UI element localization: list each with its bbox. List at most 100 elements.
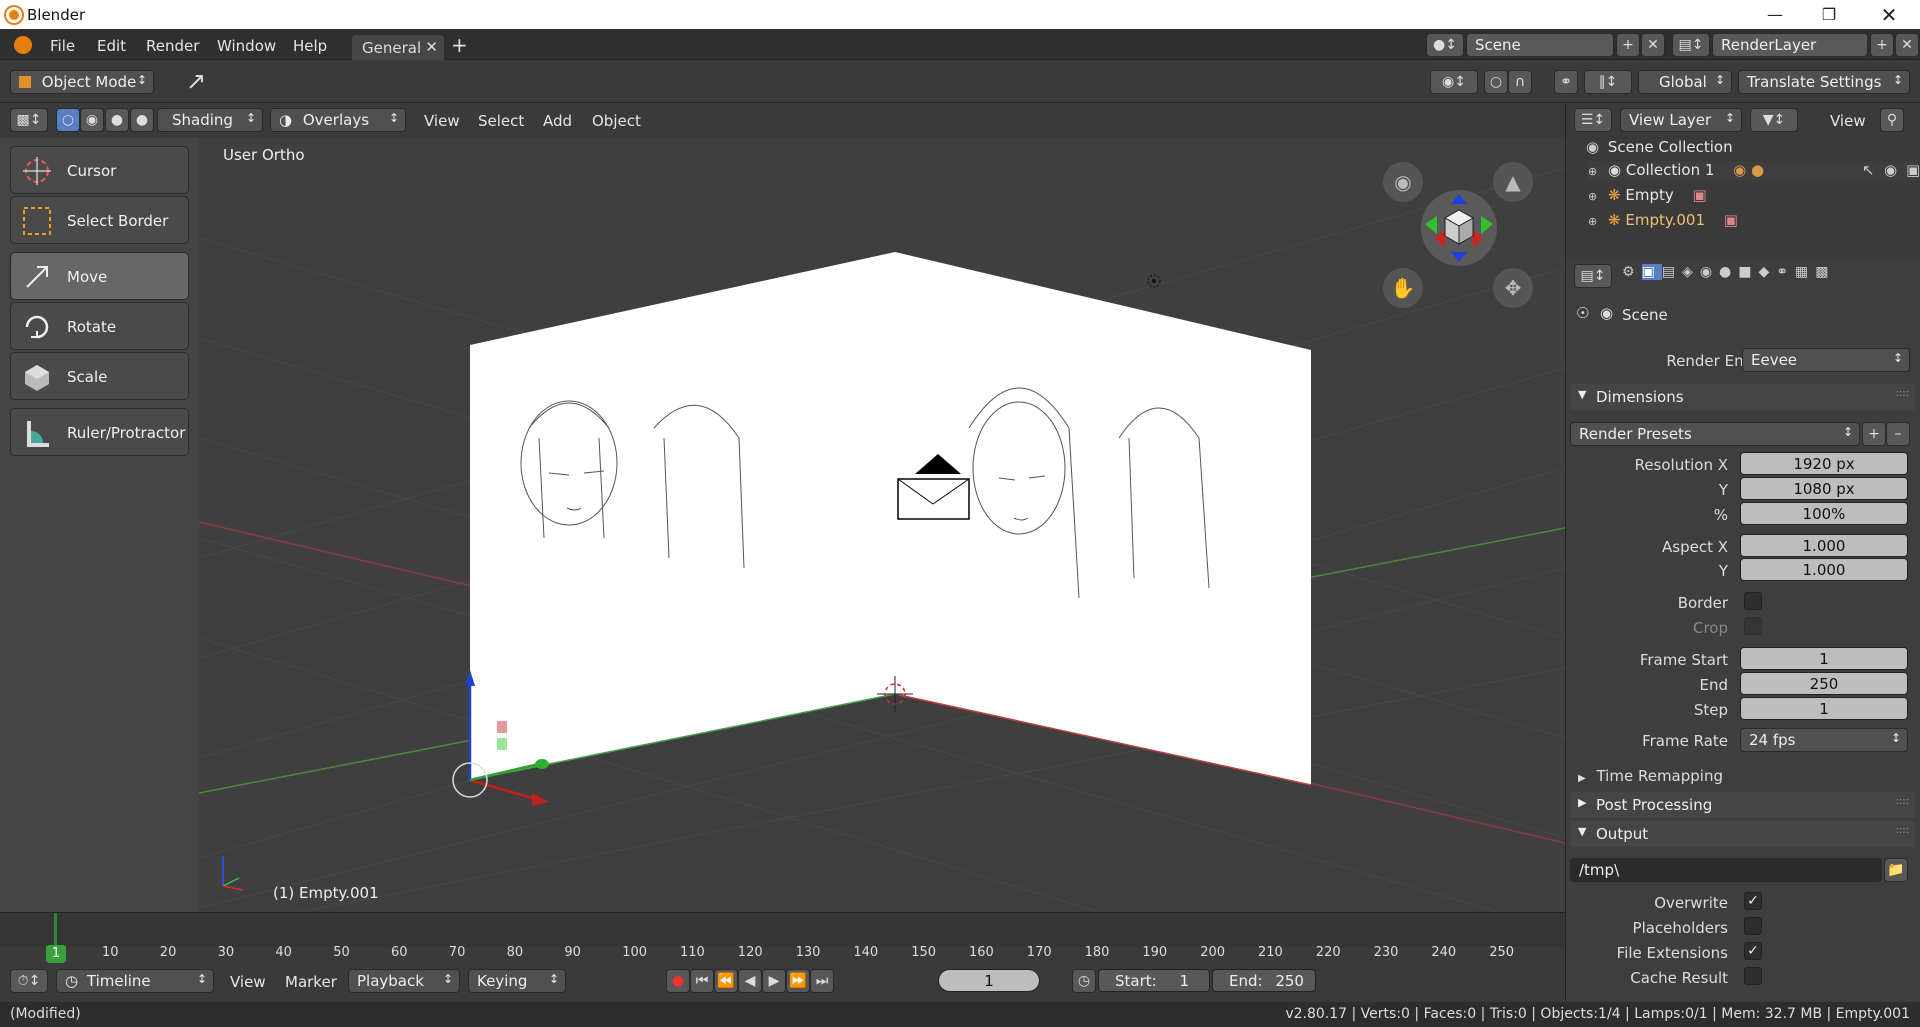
overwrite-checkbox[interactable]: ✓ bbox=[1744, 892, 1762, 910]
translate-settings-dropdown[interactable]: Translate Settings ↕ bbox=[1738, 70, 1910, 94]
renderlayer-add-icon[interactable]: + bbox=[1870, 33, 1894, 57]
drag-handle-icon[interactable]: :::: bbox=[1896, 796, 1909, 807]
section-post-processing[interactable]: ▶ Post Processing :::: bbox=[1570, 792, 1915, 818]
menu-edit[interactable]: Edit bbox=[97, 37, 126, 55]
editor-type-icon[interactable]: ▩↕ bbox=[10, 108, 48, 132]
viewport-menu-add[interactable]: Add bbox=[543, 112, 572, 130]
minimize-button[interactable]: — bbox=[1752, 2, 1798, 28]
timeline-ruler[interactable]: 1 10 20 30 40 50 60 70 80 90 100 110 120 130 140 150 16… bbox=[0, 913, 1565, 963]
outliner-view-menu[interactable]: View bbox=[1830, 112, 1866, 130]
frame-rate-dropdown[interactable]: 24 fps ↕ bbox=[1740, 728, 1908, 752]
select-toggle-icon[interactable]: ↖ bbox=[1862, 161, 1875, 179]
viewport-menu-select[interactable]: Select bbox=[478, 112, 524, 130]
visibility-eye-icon[interactable]: ◉ bbox=[1884, 161, 1897, 179]
link-icon[interactable]: ⚭ bbox=[1554, 70, 1578, 94]
jump-end-icon[interactable]: ⏭ bbox=[810, 969, 834, 993]
cache-result-checkbox[interactable] bbox=[1744, 967, 1762, 985]
data-tab-icon[interactable]: ▦ bbox=[1795, 264, 1815, 280]
resolution-pct-field[interactable]: 100% bbox=[1740, 502, 1908, 525]
section-output[interactable]: ▼ Output :::: bbox=[1570, 821, 1915, 847]
placeholders-checkbox[interactable] bbox=[1744, 917, 1762, 935]
timeline-menu-marker[interactable]: Marker bbox=[285, 973, 337, 991]
render-toggle-icon[interactable]: ▣ bbox=[1906, 161, 1920, 179]
pin-icon[interactable]: ☉ bbox=[1576, 304, 1589, 322]
play-icon[interactable]: ▶ bbox=[762, 969, 786, 993]
outliner-item-empty[interactable]: ⊕ ❋ Empty ▣ bbox=[1588, 186, 1918, 206]
add-workspace-icon[interactable]: + bbox=[451, 33, 468, 57]
start-frame-field[interactable]: Start: 1 bbox=[1098, 969, 1210, 992]
timeline-menu-view[interactable]: View bbox=[230, 973, 266, 991]
solid-shading-icon[interactable]: ○ bbox=[56, 108, 80, 132]
wireframe-shading-icon[interactable]: ◉ bbox=[80, 108, 104, 132]
tool-ruler[interactable]: Ruler/Protractor bbox=[10, 408, 189, 456]
renderlayer-browse-icon[interactable]: ▤↕ bbox=[1672, 33, 1710, 57]
properties-tabs[interactable]: ⚙▣▤◈◉●■◆⚭▦▩ bbox=[1622, 264, 1912, 288]
outliner-item-empty-001[interactable]: ⊕ ❋ Empty.001 ▣ bbox=[1588, 211, 1918, 231]
zoom-view-icon[interactable]: ✥ bbox=[1493, 268, 1533, 308]
proportional-icon[interactable]: ∩ bbox=[1508, 70, 1532, 94]
modifier-tab-icon[interactable]: ◆ bbox=[1758, 264, 1776, 280]
current-frame-field[interactable]: 1 bbox=[938, 969, 1040, 992]
remove-preset-icon[interactable]: – bbox=[1886, 422, 1910, 446]
pan-view-icon[interactable]: ✋ bbox=[1383, 268, 1423, 308]
properties-editor-type-icon[interactable]: ▤↕ bbox=[1574, 264, 1612, 288]
expand-icon[interactable]: ⊕ bbox=[1588, 165, 1597, 178]
tool-scale[interactable]: Scale bbox=[10, 352, 189, 400]
browse-folder-icon[interactable]: 📁 bbox=[1884, 858, 1908, 882]
outliner-item-scene-collection[interactable]: ◉ Scene Collection bbox=[1586, 138, 1916, 158]
outliner-item-collection-1[interactable]: ⊕ ◉ Collection 1 ◉ ● ↖ ◉ ▣ bbox=[1588, 161, 1920, 181]
scene-name-field[interactable]: Scene bbox=[1466, 33, 1614, 57]
snap-toggle-icon[interactable]: ○ bbox=[1484, 70, 1508, 94]
shading-dropdown[interactable]: Shading ↕ bbox=[157, 108, 263, 132]
tool-tab-icon[interactable]: ⚙ bbox=[1622, 264, 1642, 280]
jump-keyframe-forward-icon[interactable]: ⏩ bbox=[786, 969, 810, 993]
end-frame-field[interactable]: End: 250 bbox=[1212, 969, 1316, 992]
maximize-button[interactable]: ❐ bbox=[1806, 2, 1852, 28]
border-checkbox[interactable] bbox=[1744, 592, 1762, 610]
render-engine-dropdown[interactable]: Eevee ↕ bbox=[1742, 348, 1910, 372]
menu-render[interactable]: Render bbox=[146, 37, 199, 55]
aspect-y-field[interactable]: 1.000 bbox=[1740, 558, 1908, 581]
timeline-mode-dropdown[interactable]: ◷ Timeline ↕ bbox=[56, 969, 214, 993]
3d-viewport[interactable]: User Ortho (1) Empty.001 ◉ ▲ ✋ ✥ bbox=[199, 138, 1565, 912]
timeline-editor-type-icon[interactable]: ⏱↕ bbox=[10, 969, 48, 993]
view-layer-tab-icon[interactable]: ◈ bbox=[1682, 264, 1700, 280]
crop-checkbox[interactable] bbox=[1744, 617, 1762, 635]
world-tab-icon[interactable]: ● bbox=[1719, 264, 1738, 280]
filter-icon[interactable]: ▼↕ bbox=[1750, 108, 1798, 132]
output-tab-icon[interactable]: ▤ bbox=[1662, 264, 1682, 280]
tool-rotate[interactable]: Rotate bbox=[10, 302, 189, 350]
viewport-menu-view[interactable]: View bbox=[424, 112, 460, 130]
scene-remove-icon[interactable]: ✕ bbox=[1641, 33, 1665, 57]
tool-move[interactable]: Move bbox=[10, 252, 189, 300]
record-icon[interactable]: ● bbox=[666, 969, 690, 993]
jump-keyframe-back-icon[interactable]: ⏪ bbox=[714, 969, 738, 993]
aspect-x-field[interactable]: 1.000 bbox=[1740, 534, 1908, 557]
current-frame-marker[interactable]: 1 bbox=[46, 945, 66, 963]
object-tab-icon[interactable]: ■ bbox=[1738, 264, 1758, 280]
constraint-tab-icon[interactable]: ⚭ bbox=[1776, 264, 1795, 280]
blender-menu-icon[interactable] bbox=[14, 36, 32, 54]
menu-help[interactable]: Help bbox=[293, 37, 327, 55]
frame-end-field[interactable]: 250 bbox=[1740, 672, 1908, 695]
pivot-point-icon[interactable]: ◉↕ bbox=[1430, 70, 1478, 94]
renderlayer-remove-icon[interactable]: ✕ bbox=[1895, 33, 1919, 57]
preview-range-icon[interactable]: ◷ bbox=[1072, 969, 1096, 993]
camera-view-icon[interactable]: ◉ bbox=[1383, 162, 1423, 202]
rendered-shading-icon[interactable]: ● bbox=[130, 108, 154, 132]
playback-dropdown[interactable]: Playback ↕ bbox=[348, 969, 460, 993]
play-reverse-icon[interactable]: ◀ bbox=[738, 969, 762, 993]
add-preset-icon[interactable]: + bbox=[1862, 422, 1886, 446]
viewport-menu-object[interactable]: Object bbox=[592, 112, 641, 130]
frame-start-field[interactable]: 1 bbox=[1740, 647, 1908, 670]
material-shading-icon[interactable]: ● bbox=[105, 108, 129, 132]
view-layer-dropdown[interactable]: View Layer ↕ bbox=[1620, 108, 1742, 132]
navigation-gizmo[interactable] bbox=[1421, 190, 1497, 266]
outliner-editor-type-icon[interactable]: ☰↕ bbox=[1574, 108, 1612, 132]
snap-element-icon[interactable]: ∥↕ bbox=[1584, 70, 1632, 94]
left-wall-plane[interactable] bbox=[470, 252, 895, 780]
jump-start-icon[interactable]: ⏮ bbox=[690, 969, 714, 993]
orientation-dropdown[interactable]: Global ↕ bbox=[1638, 70, 1732, 94]
outliner-search-icon[interactable]: ⚲ bbox=[1880, 108, 1904, 132]
expand-icon[interactable]: ⊕ bbox=[1588, 190, 1597, 203]
